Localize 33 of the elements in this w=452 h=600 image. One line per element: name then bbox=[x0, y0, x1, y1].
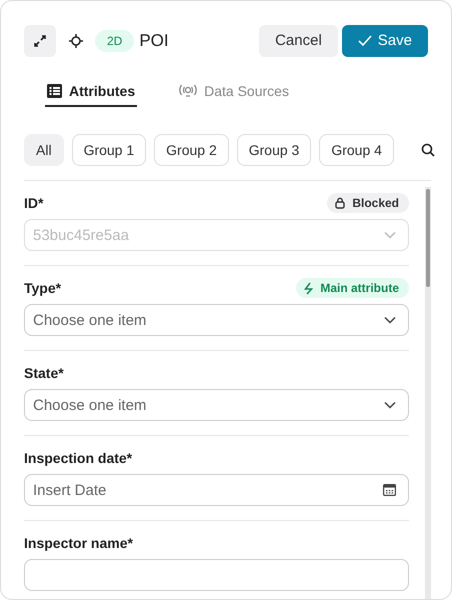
filter-chip[interactable]: All bbox=[24, 134, 64, 166]
panel-title: POI bbox=[139, 30, 169, 50]
filter-chip[interactable]: Group 1 bbox=[72, 134, 146, 166]
main-attribute-badge: Main attribute bbox=[296, 278, 409, 298]
crosshair-icon[interactable] bbox=[69, 34, 83, 48]
field-label: Type* bbox=[24, 280, 62, 296]
tab[interactable]: Data Sources bbox=[177, 79, 291, 107]
field-label: Inspector name* bbox=[24, 535, 133, 551]
signal-icon bbox=[179, 83, 198, 99]
filter-chip[interactable]: Group 4 bbox=[319, 134, 394, 166]
chevron-down-icon bbox=[384, 401, 396, 409]
list-icon bbox=[47, 84, 62, 98]
calendar-icon bbox=[383, 484, 396, 496]
filter-chip[interactable]: Group 2 bbox=[154, 134, 229, 166]
input-field[interactable] bbox=[24, 559, 409, 591]
search-icon[interactable] bbox=[420, 143, 435, 157]
scrollbar-thumb[interactable] bbox=[426, 189, 430, 287]
dropdown-field[interactable]: Choose one item bbox=[24, 389, 409, 421]
expand-icon[interactable] bbox=[24, 24, 56, 56]
date-field[interactable]: Insert Date bbox=[24, 474, 409, 506]
checkmark-icon bbox=[358, 34, 372, 46]
cancel-button[interactable]: Cancel bbox=[259, 24, 338, 56]
save-button[interactable]: Save bbox=[342, 24, 428, 56]
field-label: Inspection date* bbox=[24, 450, 132, 466]
chevron-down-icon bbox=[384, 316, 396, 324]
field-label: ID* bbox=[24, 195, 44, 211]
filter-chip[interactable]: Group 3 bbox=[236, 134, 312, 166]
chevron-down-icon bbox=[384, 231, 396, 239]
tab[interactable]: Attributes bbox=[45, 79, 138, 107]
blocked-badge: Blocked bbox=[327, 193, 409, 213]
dimension-badge: 2D bbox=[95, 30, 134, 52]
field-label: State* bbox=[24, 365, 64, 381]
dropdown-field[interactable]: Choose one item bbox=[24, 304, 409, 336]
